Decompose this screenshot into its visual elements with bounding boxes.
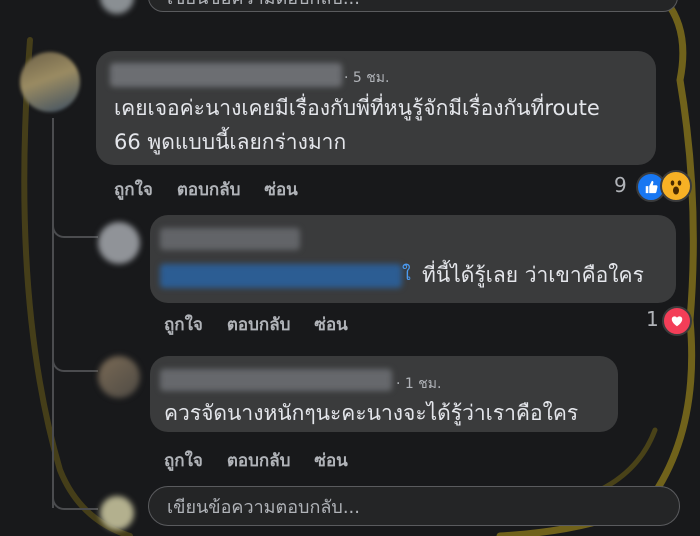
comment-1-text-line2: 66 พูดแบบนี้เลยกร่างมาก bbox=[114, 130, 347, 154]
love-icon[interactable] bbox=[662, 306, 692, 336]
reply-2-author-name[interactable] bbox=[160, 369, 392, 391]
reply-1-actions: ถูกใจ ตอบกลับ ซ่อน bbox=[164, 311, 348, 338]
wow-icon[interactable] bbox=[660, 170, 692, 202]
reply-1-like-button[interactable]: ถูกใจ bbox=[164, 311, 203, 338]
reply-2-actions: ถูกใจ ตอบกลับ ซ่อน bbox=[164, 447, 348, 474]
reply-2-reply-button[interactable]: ตอบกลับ bbox=[227, 447, 291, 474]
reply-1-mention-tail[interactable]: ใ bbox=[402, 258, 411, 292]
thread-branch-1 bbox=[52, 210, 98, 238]
reply-1-hide-button[interactable]: ซ่อน bbox=[314, 311, 347, 338]
comment-1-author-name[interactable] bbox=[110, 63, 342, 87]
thread-branch-2 bbox=[52, 340, 98, 372]
reply-1-reply-button[interactable]: ตอบกลับ bbox=[227, 311, 291, 338]
thread-line bbox=[52, 118, 54, 508]
comment-1-hide-button[interactable]: ซ่อน bbox=[264, 176, 297, 203]
avatar-top[interactable] bbox=[100, 0, 134, 14]
reply-1-text: ที่นี้ได้รู้เลย ว่าเขาคือใคร bbox=[422, 263, 644, 287]
reply-2-like-button[interactable]: ถูกใจ bbox=[164, 447, 203, 474]
comment-1-like-button[interactable]: ถูกใจ bbox=[114, 176, 153, 203]
avatar-comment-1[interactable] bbox=[20, 52, 80, 112]
reply-1-reaction-count[interactable]: 1 bbox=[646, 307, 659, 331]
reply-2-time[interactable]: · 1 ชม. bbox=[396, 373, 441, 395]
avatar-current-user[interactable] bbox=[100, 496, 134, 530]
reply-input-top-placeholder: เขียนข้อความตอบกลับ... bbox=[167, 0, 360, 12]
reply-input-bottom-placeholder: เขียนข้อความตอบกลับ... bbox=[167, 496, 360, 518]
comment-1-time[interactable]: · 5 ชม. bbox=[344, 67, 389, 89]
reply-1-author-name[interactable] bbox=[160, 228, 300, 250]
avatar-reply-2[interactable] bbox=[98, 356, 140, 398]
comment-1-reaction-count[interactable]: 9 bbox=[614, 173, 627, 197]
reply-1-mention[interactable] bbox=[160, 264, 402, 288]
comment-1-actions: ถูกใจ ตอบกลับ ซ่อน bbox=[114, 176, 298, 203]
avatar-reply-1[interactable] bbox=[98, 222, 140, 264]
thread-branch-3 bbox=[52, 480, 98, 510]
comment-1-reply-button[interactable]: ตอบกลับ bbox=[177, 176, 241, 203]
reply-input-top[interactable]: เขียนข้อความตอบกลับ... bbox=[148, 0, 678, 12]
reply-2-hide-button[interactable]: ซ่อน bbox=[314, 447, 347, 474]
reply-input-bottom[interactable]: เขียนข้อความตอบกลับ... bbox=[148, 486, 680, 526]
comment-1-text-line1: เคยเจอค่ะนางเคยมีเรื่องกับพี่ที่หนูรู้จั… bbox=[114, 96, 600, 120]
reply-2-text: ควรจัดนางหนักๆนะคะนางจะได้รู้ว่าเราคือใค… bbox=[164, 401, 579, 425]
